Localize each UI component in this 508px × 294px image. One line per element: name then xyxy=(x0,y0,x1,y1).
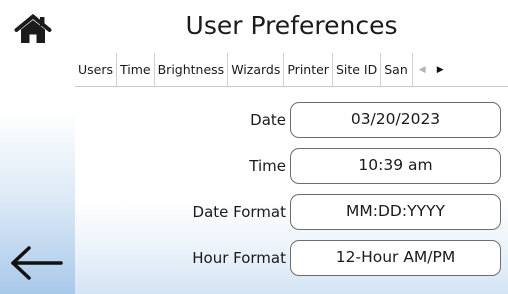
tab-printer[interactable]: Printer xyxy=(284,53,333,86)
tab-site-id[interactable]: Site ID xyxy=(333,53,382,86)
time-row: Time 10:39 am xyxy=(75,148,508,184)
tab-users[interactable]: Users xyxy=(75,53,118,86)
tab-wizards[interactable]: Wizards xyxy=(228,53,285,86)
back-button[interactable] xyxy=(4,243,68,283)
date-format-label: Date Format xyxy=(192,203,286,221)
time-field[interactable]: 10:39 am xyxy=(290,148,501,184)
triangle-right-icon: ▶ xyxy=(436,64,444,75)
arrow-left-icon xyxy=(11,246,63,280)
home-button[interactable] xyxy=(14,13,52,44)
tab-scroll-left-button[interactable]: ◀ xyxy=(413,53,431,86)
date-row: Date 03/20/2023 xyxy=(75,102,508,138)
hour-format-row: Hour Format 12-Hour AM/PM xyxy=(75,240,508,276)
date-format-field[interactable]: MM:DD:YYYY xyxy=(290,194,501,230)
tab-san[interactable]: San xyxy=(381,53,414,86)
tab-brightness[interactable]: Brightness xyxy=(155,53,229,86)
hour-format-field[interactable]: 12-Hour AM/PM xyxy=(290,240,501,276)
hour-format-label: Hour Format xyxy=(192,249,286,267)
tab-time[interactable]: Time xyxy=(117,53,155,86)
page-title: User Preferences xyxy=(185,11,398,40)
time-label: Time xyxy=(249,157,286,175)
tab-bar: Users Time Brightness Wizards Printer Si… xyxy=(75,53,508,87)
sidebar xyxy=(0,0,75,294)
date-field[interactable]: 03/20/2023 xyxy=(290,102,501,138)
date-label: Date xyxy=(250,111,286,129)
tab-scroll-right-button[interactable]: ▶ xyxy=(431,53,449,86)
date-format-row: Date Format MM:DD:YYYY xyxy=(75,194,508,230)
time-settings-panel: Date 03/20/2023 Time 10:39 am Date Forma… xyxy=(75,87,508,294)
triangle-left-icon: ◀ xyxy=(418,64,426,75)
home-icon xyxy=(14,13,52,43)
